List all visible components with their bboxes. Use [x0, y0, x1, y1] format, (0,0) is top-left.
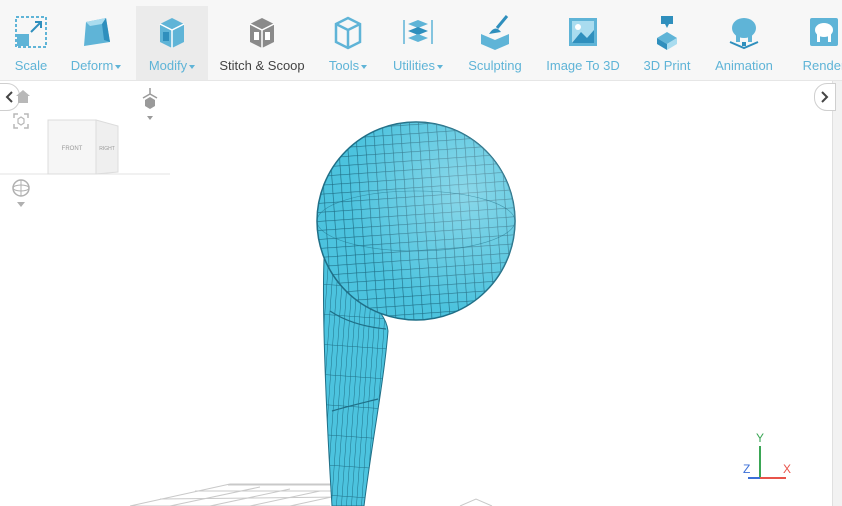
toolbar-label: Tools — [328, 58, 360, 73]
toolbar-item-image-to-3d[interactable]: Image To 3D — [542, 6, 624, 78]
toolbar-item-utilities[interactable]: Utilities — [386, 6, 450, 78]
modify-icon — [159, 18, 185, 48]
model-sphere — [316, 121, 516, 321]
image-to-3d-icon — [569, 18, 597, 46]
render-icon — [810, 18, 838, 46]
chevron-right-icon — [821, 91, 829, 103]
viewport-scrollbar[interactable] — [832, 81, 842, 506]
toolbar-item-modify[interactable]: Modify — [136, 6, 208, 80]
toolbar-label: Image To 3D — [546, 58, 620, 73]
toolbar-item-3d-print[interactable]: 3D Print — [640, 6, 694, 78]
toolbar-item-animation[interactable]: Animation — [710, 6, 778, 78]
toolbar-item-tools[interactable]: Tools — [324, 6, 372, 78]
toolbar-item-deform[interactable]: Deform — [64, 6, 128, 78]
toolbar-label: Stitch & Scoop — [219, 58, 305, 73]
sculpting-icon — [481, 15, 509, 50]
animation-icon — [729, 18, 759, 50]
collapse-right-button[interactable] — [814, 83, 836, 111]
chevron-left-icon — [5, 91, 13, 103]
toolbar-label: Sculpting — [468, 58, 522, 73]
axis-x-label: X — [783, 462, 791, 476]
toolbar-item-scale[interactable]: Scale — [8, 6, 54, 78]
toolbar-label: Utilities — [393, 58, 435, 73]
scale-icon — [15, 16, 47, 48]
ground-grid — [129, 483, 493, 506]
view-cube-front-label: FRONT — [62, 146, 83, 152]
toolbar-item-stitch-scoop[interactable]: Stitch & Scoop — [216, 6, 308, 78]
axis-y-label: Y — [756, 431, 764, 445]
dropdown-caret-icon — [436, 64, 443, 69]
toolbar-label: 3D Print — [643, 58, 691, 73]
stitch-scoop-icon — [249, 18, 275, 48]
view-cube-side-label: RIGHT — [99, 146, 115, 152]
axis-z-label: Z — [743, 462, 750, 476]
deform-icon — [84, 18, 110, 46]
home-view-icon[interactable] — [14, 88, 32, 104]
toolbar-label: Animation — [715, 58, 773, 73]
utilities-icon — [403, 20, 433, 44]
dropdown-caret-icon — [189, 64, 196, 69]
main-toolbar: Scale Deform Modify Stitch & Scoop Tools… — [0, 0, 842, 81]
view-cube[interactable]: FRONT RIGHT — [0, 114, 170, 184]
toolbar-item-render[interactable]: Render — [794, 6, 842, 78]
toolbar-label: Scale — [14, 58, 48, 73]
dropdown-caret-icon — [361, 64, 368, 69]
toolbar-label: Deform — [70, 58, 114, 73]
dropdown-caret-icon — [115, 64, 122, 69]
toolbar-label: Render — [802, 58, 842, 73]
axis-gizmo: Y X Z — [743, 431, 791, 479]
tools-icon — [334, 16, 362, 50]
3d-print-icon — [657, 16, 677, 50]
toolbar-item-sculpting[interactable]: Sculpting — [464, 6, 526, 78]
toolbar-label: Modify — [148, 58, 188, 73]
